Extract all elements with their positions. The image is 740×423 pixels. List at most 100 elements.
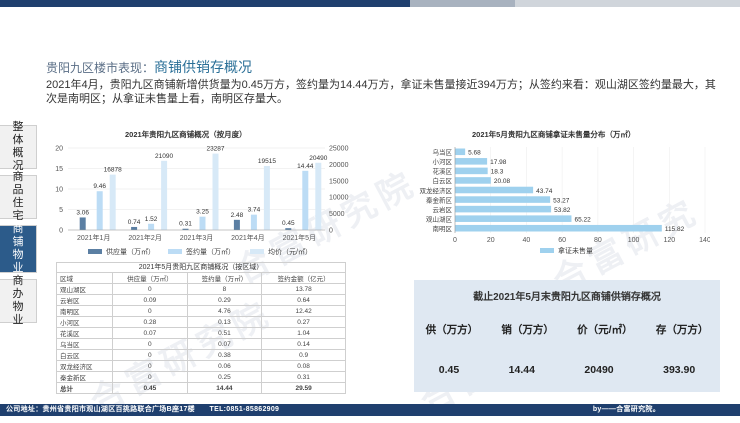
table-cell: 小河区	[55, 316, 114, 328]
bar-value-label: 5.68	[468, 150, 481, 157]
unsold-chart-title: 2021年5月贵阳九区商铺拿证未售量分布（万㎡）	[472, 130, 636, 139]
supply-label: 0.45	[282, 220, 295, 227]
table-cell: 白云区	[55, 349, 114, 361]
unsold-bar	[455, 224, 662, 232]
district-table-caption: 2021年5月贵阳九区商铺概况（按区域）	[56, 262, 346, 272]
supply-label: 2.48	[231, 212, 244, 219]
unsold-bar	[455, 196, 551, 203]
y-right-tick-label: 10000	[329, 195, 349, 202]
signed-bar	[148, 223, 155, 230]
legend-label: 供应量（万㎡）	[106, 247, 155, 256]
legend-swatch	[250, 249, 264, 254]
price-label: 19515	[258, 158, 276, 165]
category-label: 观山湖区	[426, 214, 453, 223]
table-row: 乌当区 0 0.07 0.14	[55, 338, 346, 350]
district-table: 2021年5月贵阳九区商铺概况（按区域） 区域 供应量（万㎡） 签约量（万㎡） 签约金…	[55, 262, 346, 394]
supply-bar	[131, 226, 138, 230]
table-cell: 14.44	[186, 382, 263, 394]
legend-label: 签约量（万㎡）	[186, 247, 235, 256]
table-cell: 0.9	[261, 349, 346, 361]
unsold-bar	[455, 215, 572, 222]
x-tick-label: 140	[699, 237, 710, 244]
legend-label: 拿证未售量	[558, 246, 593, 255]
table-cell: 12.42	[261, 305, 346, 317]
table-header-cell: 签约量（万㎡）	[186, 272, 263, 284]
table-cell: 0.14	[261, 338, 346, 350]
bar-value-label: 115.82	[665, 226, 685, 233]
table-row: 总计 0.45 14.44 29.59	[55, 382, 346, 394]
unsold-bar	[455, 158, 488, 165]
price-label: 23287	[206, 146, 224, 153]
signed-label: 3.74	[248, 207, 261, 214]
table-header-cell: 区域	[55, 272, 114, 284]
page-title-main: 商铺供销存概况	[154, 59, 253, 75]
nav-item-office[interactable]: 商办物业	[0, 275, 37, 326]
x-tick-label: 80	[594, 237, 602, 244]
y-left-tick-label: 5	[59, 207, 63, 214]
summary-value-supply: 0.45	[438, 364, 460, 376]
table-cell: 0.09	[112, 294, 188, 306]
table-cell: 云岩区	[55, 294, 114, 306]
table-row: 双龙经济区 0 0.06 0.08	[55, 360, 346, 372]
unsold-bar	[455, 148, 466, 156]
table-cell: 观山湖区	[55, 283, 114, 295]
price-bar	[109, 174, 116, 230]
signed-bar	[250, 214, 257, 230]
y-left-tick-label: 10	[55, 187, 63, 194]
unsold-bar	[455, 205, 552, 213]
summary-header-supply: 供（万方）	[425, 324, 479, 336]
x-tick-label: 2021年4月	[231, 233, 264, 242]
table-cell: 0.25	[186, 371, 263, 383]
intro-text: 2021年4月，贵阳九区商铺新增供货量为0.45万方，签约量为14.44万方，拿…	[46, 79, 716, 105]
table-cell: 0.28	[112, 316, 188, 328]
footer-address: 公司地址：贵州省贵阳市观山湖区百挑路联合广场B座17楼 TEL:0851-858…	[6, 406, 280, 413]
price-bar	[212, 153, 219, 230]
summary-value-row: 0.45 14.44 20490 393.90	[414, 364, 720, 376]
y-left-tick-label: 0	[59, 228, 63, 235]
monthly-chart: 0 5 10 15 20 0 5000 10000 15000 20000 25000 2021年1月…	[55, 146, 349, 257]
table-cell: 4.76	[186, 305, 263, 317]
bar-value-label: 20.08	[494, 178, 511, 185]
page-title-prefix: 贵阳九区楼市表现：	[46, 61, 155, 75]
price-bar	[263, 165, 270, 230]
table-cell: 0.38	[186, 349, 263, 361]
footer-bar: 公司地址：贵州省贵阳市观山湖区百挑路联合广场B座17楼 TEL:0851-858…	[0, 404, 740, 416]
bar-value-label: 53.82	[554, 207, 571, 214]
legend-swatch	[88, 249, 102, 254]
table-cell: 乌当区	[55, 338, 114, 350]
y-left-tick-label: 20	[55, 146, 63, 153]
summary-value-price: 20490	[584, 364, 614, 376]
unsold-bar	[455, 167, 488, 175]
nav-item-residential[interactable]: 商品住宅	[0, 171, 37, 222]
signed-bar	[199, 216, 206, 230]
nav-item-overview[interactable]: 整体概况	[0, 121, 37, 172]
table-cell: 0	[112, 305, 188, 317]
signed-bar	[302, 170, 309, 230]
signed-label: 9.46	[93, 183, 106, 190]
top-accent-bar-mid	[410, 0, 515, 7]
summary-header-price: 价（元/㎡）	[577, 324, 633, 336]
table-cell: 花溪区	[55, 327, 114, 339]
top-accent-bar-right	[515, 0, 740, 7]
table-cell: 29.59	[261, 382, 346, 394]
monthly-chart-title: 2021年贵阳九区商铺概况（按月度）	[125, 130, 247, 139]
x-tick-label: 2021年3月	[180, 233, 213, 242]
legend-swatch	[168, 249, 182, 254]
table-cell: 0.06	[186, 360, 263, 372]
summary-value-sales: 14.44	[508, 364, 535, 376]
nav-item-retail[interactable]: 商铺物业	[0, 223, 37, 274]
legend-swatch	[540, 248, 554, 253]
table-row: 观山湖区 0 8 13.78	[55, 283, 346, 295]
table-row: 花溪区 0.07 0.51 1.04	[55, 327, 346, 339]
category-label: 白云区	[433, 176, 453, 185]
table-cell: 1.04	[261, 327, 346, 339]
bar-value-label: 43.74	[536, 188, 553, 195]
unsold-bar	[455, 186, 534, 194]
signed-bar	[96, 191, 103, 230]
x-tick-label: 0	[453, 237, 457, 244]
summary-header-stock: 存（万方）	[655, 324, 709, 336]
table-cell: 双龙经济区	[55, 360, 114, 372]
signed-label: 3.25	[196, 209, 209, 216]
category-label: 云岩区	[433, 205, 453, 214]
bar-value-label: 53.27	[553, 197, 570, 204]
